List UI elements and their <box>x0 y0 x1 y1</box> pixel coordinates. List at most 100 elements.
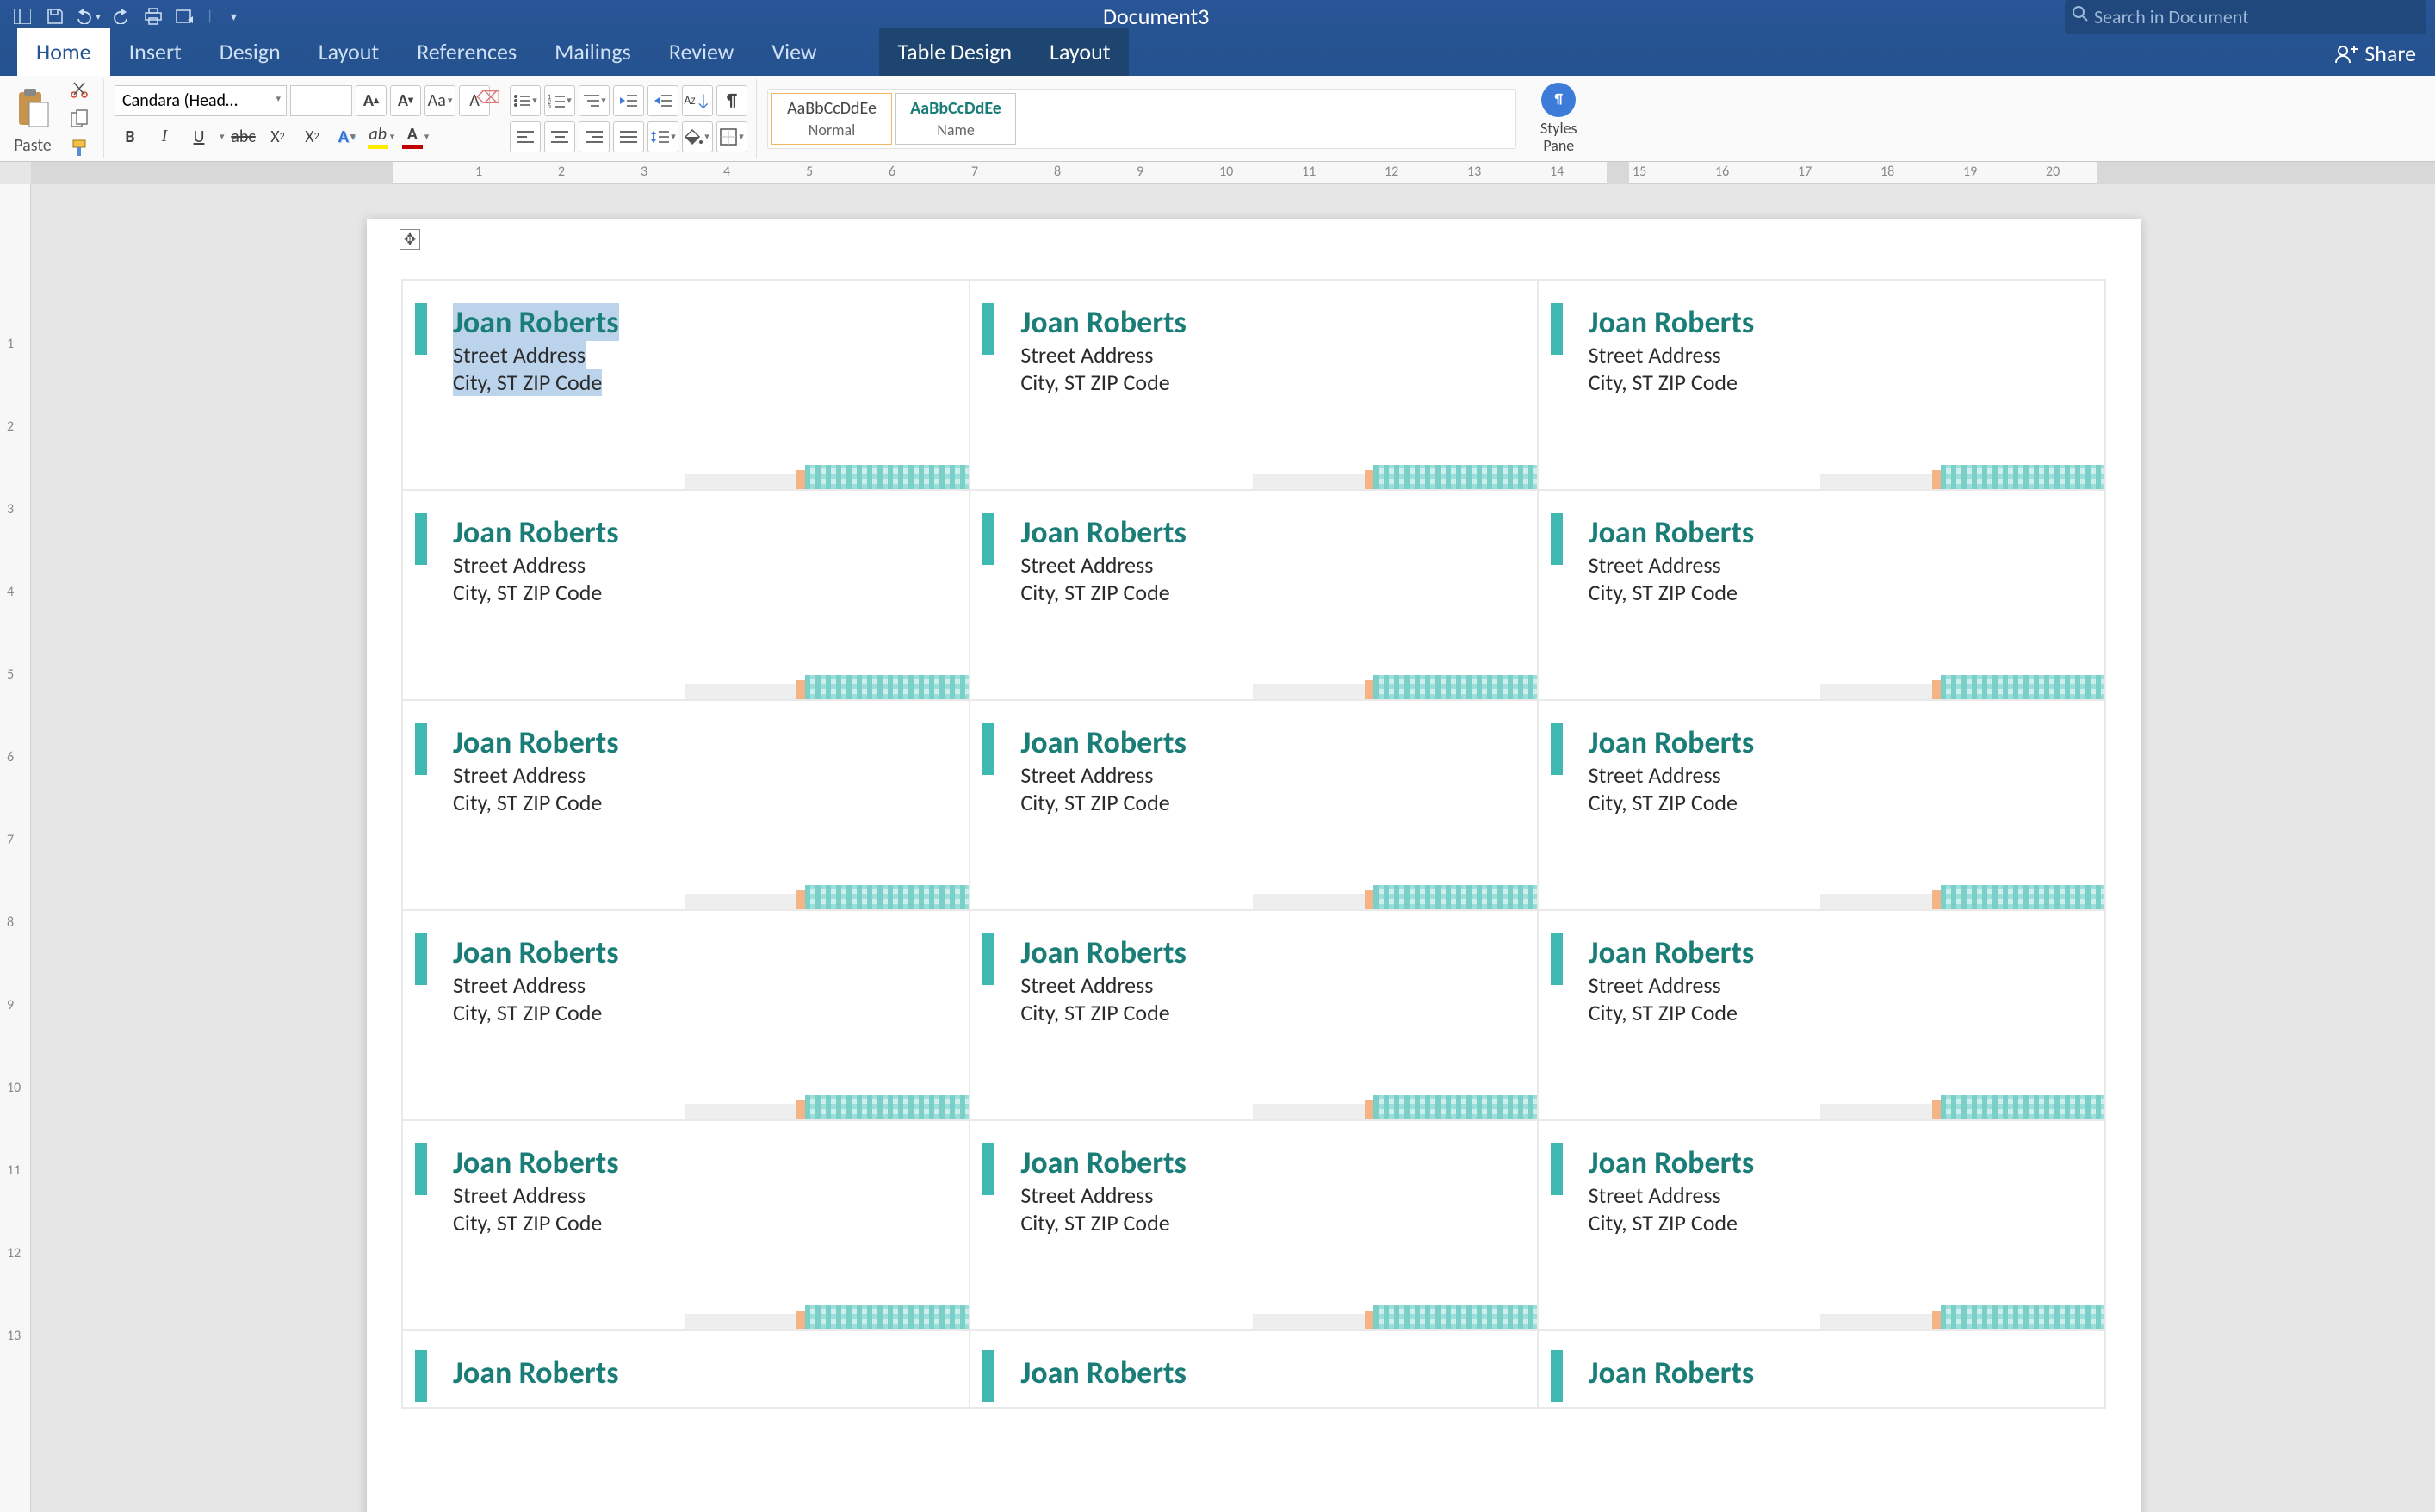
font-name-combo[interactable]: Candara (Head…▾ <box>115 85 287 116</box>
label-cell[interactable]: Joan RobertsStreet AddressCity, ST ZIP C… <box>402 280 970 490</box>
font-size-combo[interactable] <box>290 85 352 116</box>
line-spacing-icon[interactable]: ▾ <box>647 121 678 152</box>
print-icon[interactable] <box>139 4 167 28</box>
label-cell[interactable]: Joan RobertsStreet AddressCity, ST ZIP C… <box>970 910 1537 1120</box>
panel-icon[interactable] <box>9 4 36 28</box>
show-marks-icon[interactable]: ¶ <box>716 85 747 116</box>
shrink-font-icon[interactable]: A▾ <box>390 85 421 116</box>
paste-icon <box>7 82 59 133</box>
label-city: City, ST ZIP Code <box>1589 369 2092 396</box>
ruler-h-tick: 8 <box>1054 164 1061 180</box>
grow-font-icon[interactable]: A▴ <box>356 85 387 116</box>
highlight-icon[interactable]: ab▾ <box>366 121 397 152</box>
ribbon: Paste Candara (Head…▾ A▴ A▾ Aa▾ A⌫ B I U… <box>0 76 2435 162</box>
tab-table-layout[interactable]: Layout <box>1031 28 1129 76</box>
multilevel-list-icon[interactable]: ▾ <box>579 85 610 116</box>
label-street: Street Address <box>453 971 957 999</box>
label-name: Joan Roberts <box>1020 513 1524 551</box>
increase-indent-icon[interactable] <box>647 85 678 116</box>
paste-button[interactable]: Paste <box>7 82 59 156</box>
table-move-handle-icon[interactable]: ✥ <box>400 229 420 250</box>
align-center-icon[interactable] <box>544 121 575 152</box>
tab-view[interactable]: View <box>753 28 835 76</box>
redo-icon[interactable] <box>107 4 134 28</box>
font-color-icon[interactable]: A▾ <box>400 121 431 152</box>
copy-icon[interactable] <box>67 107 91 131</box>
label-cell[interactable]: Joan Roberts <box>970 1330 1537 1408</box>
label-cell[interactable]: Joan RobertsStreet AddressCity, ST ZIP C… <box>1538 280 2105 490</box>
document-area[interactable]: ✥ Joan RobertsStreet AddressCity, ST ZIP… <box>31 184 2435 1512</box>
label-cell[interactable]: Joan RobertsStreet AddressCity, ST ZIP C… <box>970 1120 1537 1330</box>
label-cell[interactable]: Joan RobertsStreet AddressCity, ST ZIP C… <box>970 280 1537 490</box>
accent-bar <box>415 1143 427 1195</box>
align-left-icon[interactable] <box>510 121 541 152</box>
label-cell[interactable]: Joan Roberts <box>402 1330 970 1408</box>
styles-gallery[interactable]: AaBbCcDdEe Normal AaBbCcDdEe Name <box>767 89 1516 149</box>
borders-icon[interactable]: ▾ <box>716 121 747 152</box>
align-right-icon[interactable] <box>579 121 610 152</box>
label-street: Street Address <box>1020 551 1524 579</box>
label-cell[interactable]: Joan RobertsStreet AddressCity, ST ZIP C… <box>970 700 1537 910</box>
subscript-button[interactable]: X2 <box>263 121 294 152</box>
styles-pane-button[interactable]: ¶ Styles Pane <box>1527 79 1591 158</box>
tab-insert[interactable]: Insert <box>110 28 201 76</box>
format-painter-icon[interactable] <box>67 136 91 160</box>
tab-table-design[interactable]: Table Design <box>879 28 1032 76</box>
underline-button[interactable]: U <box>183 121 214 152</box>
ruler-horizontal[interactable]: 1234567891011121314151617181920 <box>31 162 2435 184</box>
tab-design[interactable]: Design <box>201 28 300 76</box>
share-button[interactable]: Share <box>2316 31 2435 76</box>
label-name: Joan Roberts <box>1020 303 1524 341</box>
ruler-v-tick: 13 <box>7 1328 21 1344</box>
cut-icon[interactable] <box>67 77 91 102</box>
label-cell[interactable]: Joan RobertsStreet AddressCity, ST ZIP C… <box>1538 700 2105 910</box>
customize-qat-icon[interactable]: ▾ <box>220 4 247 28</box>
clear-formatting-icon[interactable]: A⌫ <box>459 85 490 116</box>
style-name[interactable]: AaBbCcDdEe Name <box>895 93 1016 145</box>
style-normal[interactable]: AaBbCcDdEe Normal <box>771 93 892 145</box>
label-cell[interactable]: Joan Roberts <box>1538 1330 2105 1408</box>
tab-review[interactable]: Review <box>650 28 753 76</box>
strikethrough-button[interactable]: abc <box>228 121 259 152</box>
search-input[interactable] <box>2065 0 2426 34</box>
label-cell[interactable]: Joan RobertsStreet AddressCity, ST ZIP C… <box>402 910 970 1120</box>
label-cell[interactable]: Joan RobertsStreet AddressCity, ST ZIP C… <box>1538 910 2105 1120</box>
label-cell[interactable]: Joan RobertsStreet AddressCity, ST ZIP C… <box>970 490 1537 700</box>
tab-layout[interactable]: Layout <box>300 28 398 76</box>
label-street: Street Address <box>1020 341 1524 369</box>
undo-icon[interactable]: ▾ <box>74 4 102 28</box>
label-city: City, ST ZIP Code <box>1020 789 1524 816</box>
tab-home[interactable]: Home <box>17 28 110 76</box>
group-paragraph: ▾ 123▾ ▾ AZ↓ ¶ ▾ ▾ ▾ <box>501 79 757 158</box>
shading-icon[interactable]: ▾ <box>682 121 713 152</box>
decrease-indent-icon[interactable] <box>613 85 644 116</box>
numbering-icon[interactable]: 123▾ <box>544 85 575 116</box>
tab-mailings[interactable]: Mailings <box>536 28 650 76</box>
bullets-icon[interactable]: ▾ <box>510 85 541 116</box>
accent-bar <box>982 303 994 355</box>
label-cell[interactable]: Joan RobertsStreet AddressCity, ST ZIP C… <box>1538 1120 2105 1330</box>
card-decoration <box>685 885 969 909</box>
justify-icon[interactable] <box>613 121 644 152</box>
label-cell[interactable]: Joan RobertsStreet AddressCity, ST ZIP C… <box>402 1120 970 1330</box>
tab-references[interactable]: References <box>398 28 536 76</box>
label-cell[interactable]: Joan RobertsStreet AddressCity, ST ZIP C… <box>1538 490 2105 700</box>
accent-bar <box>982 513 994 565</box>
accent-bar <box>415 723 427 775</box>
sort-icon[interactable]: AZ↓ <box>682 85 713 116</box>
label-name: Joan Roberts <box>1020 1143 1524 1181</box>
group-font: Candara (Head…▾ A▴ A▾ Aa▾ A⌫ B I U▾ abc … <box>106 79 499 158</box>
ruler-h-tick: 7 <box>971 164 978 180</box>
label-cell[interactable]: Joan RobertsStreet AddressCity, ST ZIP C… <box>402 490 970 700</box>
label-cell[interactable]: Joan RobertsStreet AddressCity, ST ZIP C… <box>402 700 970 910</box>
style-normal-sample: AaBbCcDdEe <box>787 98 877 119</box>
ruler-vertical[interactable]: 12345678910111213 <box>0 184 31 1512</box>
text-effects-icon[interactable]: A▾ <box>331 121 362 152</box>
change-case-icon[interactable]: Aa▾ <box>424 85 455 116</box>
italic-button[interactable]: I <box>149 121 180 152</box>
ruler-h-tick: 5 <box>806 164 813 180</box>
save-icon[interactable] <box>41 4 69 28</box>
quick-print-icon[interactable] <box>172 4 200 28</box>
bold-button[interactable]: B <box>115 121 146 152</box>
superscript-button[interactable]: X2 <box>297 121 328 152</box>
